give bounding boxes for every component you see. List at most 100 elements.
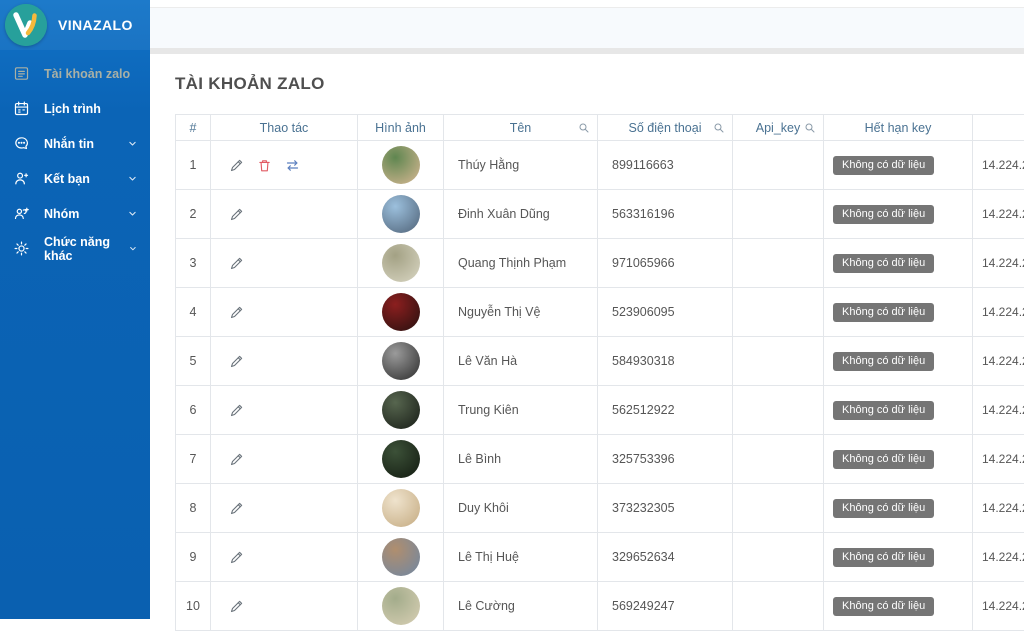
column-header-Hình ảnh: Hình ảnh <box>358 115 444 141</box>
trash-icon <box>257 158 272 173</box>
actions-cell <box>211 484 358 533</box>
edit-button[interactable] <box>229 452 244 467</box>
key-expire-cell: Không có dữ liệu <box>824 239 973 288</box>
api-key-cell <box>733 190 824 239</box>
avatar-cell <box>358 141 444 190</box>
avatar <box>382 440 420 478</box>
edit-button[interactable] <box>229 501 244 516</box>
table-row: 9Lê Thị Huệ329652634Không có dữ liệu14.2… <box>176 533 1024 582</box>
key-expire-cell: Không có dữ liệu <box>824 582 973 631</box>
search-icon[interactable] <box>804 122 816 134</box>
name-cell: Lê Văn Hà <box>444 337 598 386</box>
pencil-icon <box>229 158 244 173</box>
actions-cell <box>211 141 358 190</box>
avatar <box>382 146 420 184</box>
table-row: 7Lê Bình325753396Không có dữ liệu14.224.… <box>176 435 1024 484</box>
edit-button[interactable] <box>229 305 244 320</box>
search-icon[interactable] <box>578 122 590 134</box>
ip-cell: 14.224.201 <box>973 337 1024 386</box>
table-row: 10Lê Cường569249247Không có dữ liệu14.22… <box>176 582 1024 631</box>
avatar-cell <box>358 582 444 631</box>
api-key-cell <box>733 435 824 484</box>
column-header-Hết hạn key: Hết hạn key <box>824 115 973 141</box>
ip-cell: 14.224.201 <box>973 239 1024 288</box>
column-header-Thao tác: Thao tác <box>211 115 358 141</box>
avatar-cell <box>358 288 444 337</box>
settings-icon <box>13 240 30 257</box>
pencil-icon <box>229 452 244 467</box>
chevron-down-icon <box>129 244 137 253</box>
avatar <box>382 342 420 380</box>
group-add-icon <box>13 205 30 222</box>
transfer-button[interactable] <box>285 158 300 173</box>
ip-cell: 14.224.201 <box>973 435 1024 484</box>
edit-button[interactable] <box>229 207 244 222</box>
row-number: 9 <box>176 533 211 582</box>
api-key-cell <box>733 288 824 337</box>
api-key-cell <box>733 582 824 631</box>
sidebar-item-4[interactable]: Nhóm <box>0 196 150 231</box>
avatar-cell <box>358 337 444 386</box>
phone-cell: 563316196 <box>598 190 733 239</box>
edit-button[interactable] <box>229 550 244 565</box>
edit-button[interactable] <box>229 158 244 173</box>
name-cell: Lê Thị Huệ <box>444 533 598 582</box>
row-number: 4 <box>176 288 211 337</box>
sidebar-item-3[interactable]: Kết bạn <box>0 161 150 196</box>
sidebar-item-5[interactable]: Chức năng khác <box>0 231 150 266</box>
no-data-badge: Không có dữ liệu <box>833 597 934 616</box>
row-number: 1 <box>176 141 211 190</box>
avatar-cell <box>358 435 444 484</box>
row-number: 6 <box>176 386 211 435</box>
row-number: 7 <box>176 435 211 484</box>
pencil-icon <box>229 501 244 516</box>
key-expire-cell: Không có dữ liệu <box>824 141 973 190</box>
table-row: 5Lê Văn Hà584930318Không có dữ liệu14.22… <box>176 337 1024 386</box>
table-row: 6Trung Kiên562512922Không có dữ liệu14.2… <box>176 386 1024 435</box>
ip-cell: 14.224.201 <box>973 484 1024 533</box>
sidebar-item-label: Chức năng khác <box>44 235 129 263</box>
api-key-cell <box>733 141 824 190</box>
key-expire-cell: Không có dữ liệu <box>824 190 973 239</box>
name-cell: Lê Cường <box>444 582 598 631</box>
row-number: 8 <box>176 484 211 533</box>
avatar <box>382 293 420 331</box>
avatar-cell <box>358 239 444 288</box>
phone-cell: 971065966 <box>598 239 733 288</box>
edit-button[interactable] <box>229 403 244 418</box>
avatar-cell <box>358 386 444 435</box>
key-expire-cell: Không có dữ liệu <box>824 386 973 435</box>
ip-cell: 14.224.201 <box>973 386 1024 435</box>
table-header-row: #Thao tácHình ảnhTênSố điện thoạiApi_key… <box>176 115 1024 141</box>
pencil-icon <box>229 305 244 320</box>
edit-button[interactable] <box>229 599 244 614</box>
chevron-down-icon <box>128 139 137 148</box>
no-data-badge: Không có dữ liệu <box>833 499 934 518</box>
pencil-icon <box>229 207 244 222</box>
api-key-cell <box>733 484 824 533</box>
avatar-cell <box>358 484 444 533</box>
phone-cell: 373232305 <box>598 484 733 533</box>
sidebar-menu: Tài khoản zaloLịch trìnhNhắn tinKết bạnN… <box>0 50 150 266</box>
sidebar: VINAZALO Tài khoản zaloLịch trìnhNhắn ti… <box>0 0 150 619</box>
actions-cell <box>211 533 358 582</box>
no-data-badge: Không có dữ liệu <box>833 450 934 469</box>
search-icon[interactable] <box>713 122 725 134</box>
ip-cell: 14.224.201 <box>973 190 1024 239</box>
edit-button[interactable] <box>229 256 244 271</box>
phone-cell: 329652634 <box>598 533 733 582</box>
content-area: TÀI KHOẢN ZALO #Thao tácHình ảnhTênSố đi… <box>150 54 1024 631</box>
edit-button[interactable] <box>229 354 244 369</box>
sidebar-item-1[interactable]: Lịch trình <box>0 91 150 126</box>
table-row: 2Đinh Xuân Dũng563316196Không có dữ liệu… <box>176 190 1024 239</box>
delete-button[interactable] <box>257 158 272 173</box>
actions-cell <box>211 190 358 239</box>
avatar <box>382 538 420 576</box>
sidebar-item-tai-khoan-zalo[interactable]: Tài khoản zalo <box>0 56 150 91</box>
phone-cell: 584930318 <box>598 337 733 386</box>
key-expire-cell: Không có dữ liệu <box>824 337 973 386</box>
avatar-cell <box>358 190 444 239</box>
no-data-badge: Không có dữ liệu <box>833 352 934 371</box>
avatar-cell <box>358 533 444 582</box>
sidebar-item-2[interactable]: Nhắn tin <box>0 126 150 161</box>
